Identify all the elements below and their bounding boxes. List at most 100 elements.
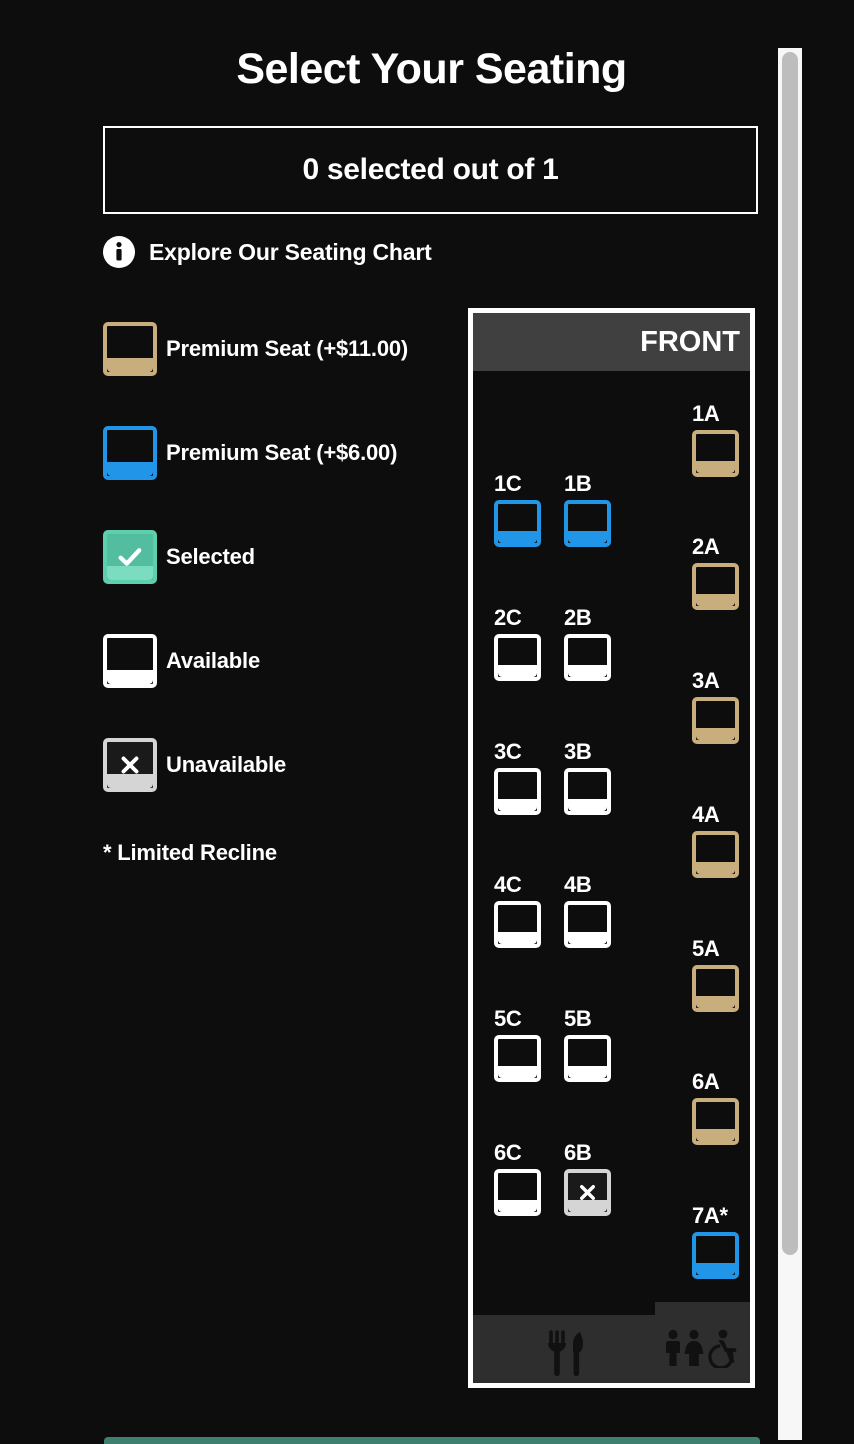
seat-button-1a[interactable] xyxy=(692,430,739,477)
seat-cell-6b: 6B xyxy=(564,1142,611,1216)
seat-cell-7a: 7A* xyxy=(692,1205,739,1279)
seat-code-label: 3C xyxy=(494,739,522,764)
seat-base xyxy=(568,932,607,944)
seat-icon xyxy=(103,322,157,376)
seat-cell-1c: 1C xyxy=(494,473,541,547)
limited-recline-note: * Limited Recline xyxy=(103,840,277,865)
seat-map-panel: FRONT 1A 1C 1B 2A 2C 2B 3A 3C 3B 4A 4C 4B 5A 5C 5B 6A 6C… xyxy=(468,308,755,1388)
legend: Premium Seat (+$11.00) Premium Seat (+$6… xyxy=(103,316,453,836)
x-icon xyxy=(580,1185,595,1200)
galley-area xyxy=(473,1315,655,1383)
page-title: Select Your Seating xyxy=(236,45,627,93)
seat-cell-2c: 2C xyxy=(494,607,541,681)
explore-seating-chart-link[interactable]: Explore Our Seating Chart xyxy=(103,236,432,268)
seat-cell-5c: 5C xyxy=(494,1008,541,1082)
legend-item-selected: Selected xyxy=(103,524,453,590)
seat-button-6a[interactable] xyxy=(692,1098,739,1145)
seat-base xyxy=(498,799,537,811)
seat-code-label: 5A xyxy=(692,936,720,961)
legend-item-premium-6: Premium Seat (+$6.00) xyxy=(103,420,453,486)
seat-base xyxy=(696,996,735,1008)
legend-item-premium-11: Premium Seat (+$11.00) xyxy=(103,316,453,382)
seat-button-4a[interactable] xyxy=(692,831,739,878)
legend-item-available: Available xyxy=(103,628,453,694)
seat-base xyxy=(568,1066,607,1078)
seat-button-3a[interactable] xyxy=(692,697,739,744)
seat-cell-2a: 2A xyxy=(692,536,739,610)
seat-button-4b[interactable] xyxy=(564,901,611,948)
seat-icon xyxy=(103,426,157,480)
seat-base xyxy=(568,799,607,811)
x-icon xyxy=(121,756,139,774)
seat-base xyxy=(107,670,153,684)
legend-item-label: Premium Seat (+$6.00) xyxy=(166,440,398,465)
seat-icon xyxy=(103,634,157,688)
seat-cell-1a: 1A xyxy=(692,403,739,477)
seat-code-label: 4B xyxy=(564,872,592,897)
seat-code-label: 6C xyxy=(494,1140,522,1165)
seat-code-label: 3A xyxy=(692,668,720,693)
seat-base xyxy=(498,932,537,944)
legend-item-label: Selected xyxy=(166,544,255,569)
seat-base xyxy=(107,358,153,372)
seat-button-3c[interactable] xyxy=(494,768,541,815)
seat-cell-3b: 3B xyxy=(564,741,611,815)
seat-button-5c[interactable] xyxy=(494,1035,541,1082)
seat-button-4c[interactable] xyxy=(494,901,541,948)
explore-seating-chart-label: Explore Our Seating Chart xyxy=(149,238,432,265)
seat-base xyxy=(696,594,735,606)
info-circle-icon xyxy=(103,236,135,268)
front-label: FRONT xyxy=(640,325,740,358)
seat-base xyxy=(568,665,607,677)
seat-button-7a[interactable] xyxy=(692,1232,739,1279)
scrollbar-thumb[interactable] xyxy=(782,52,798,1255)
selection-counter-box: 0 selected out of 1 xyxy=(103,126,758,214)
seat-button-3b[interactable] xyxy=(564,768,611,815)
seat-button-6c[interactable] xyxy=(494,1169,541,1216)
seat-cell-4c: 4C xyxy=(494,874,541,948)
seat-code-label: 7A* xyxy=(692,1203,728,1228)
seat-cell-6a: 6A xyxy=(692,1071,739,1145)
seat-button-2c[interactable] xyxy=(494,634,541,681)
seat-button-5b[interactable] xyxy=(564,1035,611,1082)
seat-base xyxy=(498,531,537,543)
seat-button-1b[interactable] xyxy=(564,500,611,547)
seat-button-5a[interactable] xyxy=(692,965,739,1012)
seat-code-label: 6A xyxy=(692,1069,720,1094)
seat-code-label: 5C xyxy=(494,1006,522,1031)
seat-base xyxy=(696,862,735,874)
selection-counter-text: 0 selected out of 1 xyxy=(302,153,559,186)
seat-code-label: 2B xyxy=(564,605,592,630)
seat-code-label: 5B xyxy=(564,1006,592,1031)
seat-cell-5a: 5A xyxy=(692,938,739,1012)
seat-icon xyxy=(103,738,157,792)
seat-button-2b[interactable] xyxy=(564,634,611,681)
check-icon xyxy=(118,548,142,566)
seat-code-label: 1A xyxy=(692,401,720,426)
seat-code-label: 4C xyxy=(494,872,522,897)
seat-cell-6c: 6C xyxy=(494,1142,541,1216)
seat-base xyxy=(498,665,537,677)
legend-item-label: Premium Seat (+$11.00) xyxy=(166,336,409,361)
seat-button-6b xyxy=(564,1169,611,1216)
legend-item-label: Available xyxy=(166,648,260,673)
legend-item-unavailable: Unavailable xyxy=(103,732,453,798)
seat-base xyxy=(696,1129,735,1141)
restroom-accessible-icon xyxy=(665,1329,736,1368)
seat-cell-3c: 3C xyxy=(494,741,541,815)
seat-code-label: 4A xyxy=(692,802,720,827)
seat-button-2a[interactable] xyxy=(692,563,739,610)
continue-button[interactable] xyxy=(104,1437,760,1444)
seat-base xyxy=(568,531,607,543)
seat-button-1c[interactable] xyxy=(494,500,541,547)
seat-base xyxy=(696,461,735,473)
seat-base xyxy=(498,1200,537,1212)
seat-code-label: 3B xyxy=(564,739,592,764)
seat-code-label: 1C xyxy=(494,471,522,496)
seat-cell-3a: 3A xyxy=(692,670,739,744)
seat-code-label: 2A xyxy=(692,534,720,559)
seat-cell-4a: 4A xyxy=(692,804,739,878)
seat-code-label: 1B xyxy=(564,471,592,496)
seat-cell-5b: 5B xyxy=(564,1008,611,1082)
seat-base xyxy=(107,462,153,476)
